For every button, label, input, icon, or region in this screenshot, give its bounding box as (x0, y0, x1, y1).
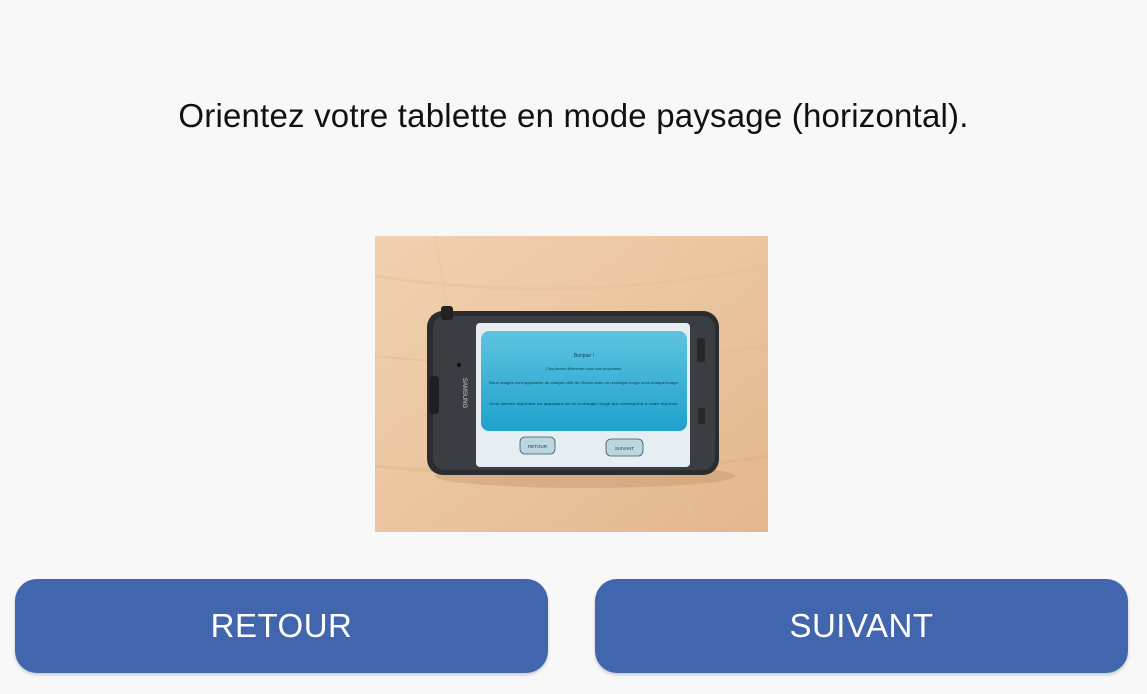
svg-text:Vous devrez répondre en appuya: Vous devrez répondre en appuyant sur le … (489, 402, 679, 406)
svg-text:Cinq tâches différentes vous s: Cinq tâches différentes vous sont propos… (546, 367, 622, 371)
instruction-text: Orientez votre tablette en mode paysage … (178, 97, 969, 134)
svg-text:Deux images vont apparaître de: Deux images vont apparaître de chaque cô… (489, 381, 679, 385)
next-button[interactable]: SUIVANT (595, 579, 1128, 673)
brand-label: SAMSUNG (461, 378, 467, 409)
svg-text:SUIVANT: SUIVANT (615, 446, 634, 451)
svg-text:RETOUR: RETOUR (528, 444, 548, 449)
svg-text:Bonjour !: Bonjour ! (574, 353, 594, 359)
tablet-orientation-photo: SAMSUNG Bonjour ! Cinq tâches différente… (375, 236, 768, 532)
tablet-device: SAMSUNG Bonjour ! Cinq tâches différente… (427, 306, 719, 475)
screen: Orientez votre tablette en mode paysage … (0, 0, 1147, 694)
back-button[interactable]: RETOUR (15, 579, 548, 673)
